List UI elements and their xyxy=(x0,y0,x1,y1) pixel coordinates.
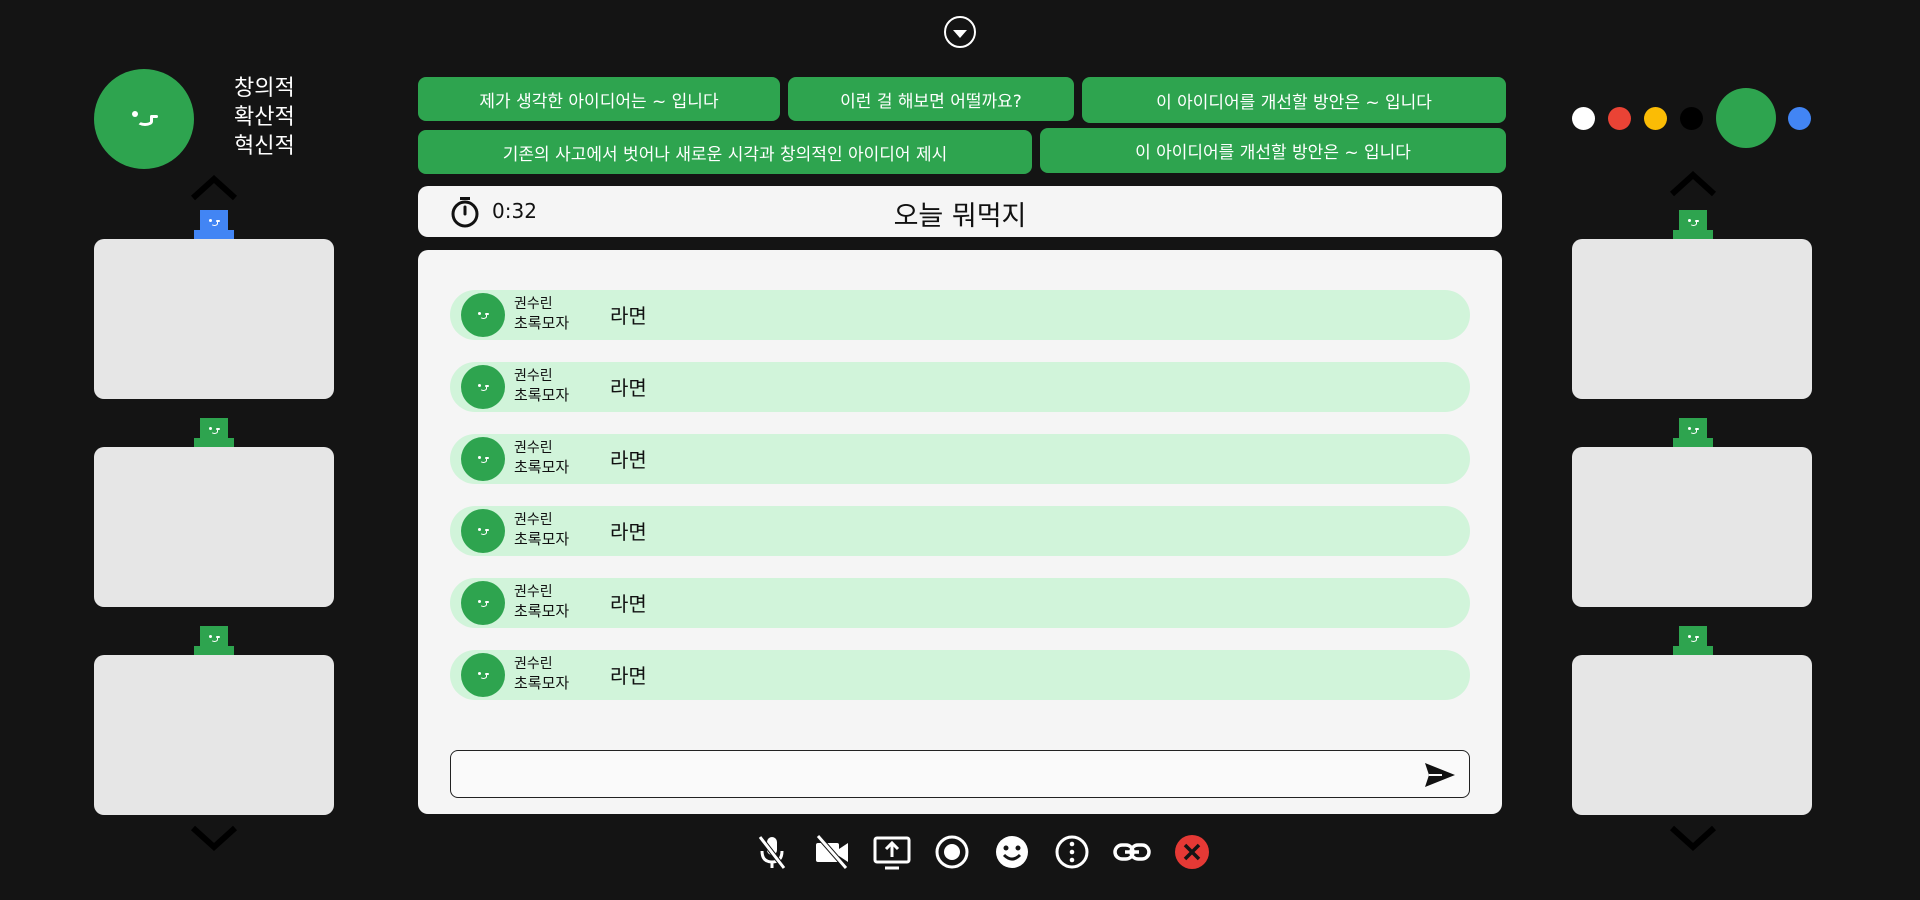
chat-message: 권수린 초록모자 라면 xyxy=(450,362,1470,412)
participant-hat-icon xyxy=(194,210,234,240)
participant-video-tile[interactable] xyxy=(1572,239,1812,399)
emoji-icon[interactable] xyxy=(992,832,1032,872)
prompt-chip-my-idea[interactable]: 제가 생각한 아이디어는 ~ 입니다 xyxy=(418,77,780,121)
link-icon[interactable] xyxy=(1112,832,1152,872)
participant-hat-icon xyxy=(194,626,234,656)
participant-video-tile[interactable] xyxy=(1572,655,1812,815)
participant-video-tile[interactable] xyxy=(94,655,334,815)
chat-message: 권수린 초록모자 라면 xyxy=(450,578,1470,628)
scroll-down-left-icon[interactable] xyxy=(189,824,239,852)
color-swatch-blue[interactable] xyxy=(1788,107,1811,130)
sender-name: 권수린 xyxy=(514,440,553,456)
sender-nickname: 초록모자 xyxy=(514,674,570,692)
chat-message: 권수린 초록모자 라면 xyxy=(450,434,1470,484)
sender-nickname: 초록모자 xyxy=(514,314,570,332)
message-text: 라면 xyxy=(610,376,647,400)
prompt-chip-how-about[interactable]: 이런 걸 해보면 어떨까요? xyxy=(788,77,1074,121)
chat-panel: 권수린 초록모자 라면 권수린 초록모자 라면 권수린 초록모자 라면 권수린 … xyxy=(418,250,1502,814)
sender-name: 권수린 xyxy=(514,368,553,384)
sender-name: 권수린 xyxy=(514,296,553,312)
avatar xyxy=(461,365,505,409)
more-options-icon[interactable] xyxy=(1052,832,1092,872)
participant-hat-icon xyxy=(1673,210,1713,240)
sender-name: 권수린 xyxy=(514,656,553,672)
chat-message: 권수린 초록모자 라면 xyxy=(450,650,1470,700)
sender-name: 권수린 xyxy=(514,584,553,600)
send-icon[interactable] xyxy=(1424,762,1456,788)
message-text: 라면 xyxy=(610,448,647,472)
participant-video-tile[interactable] xyxy=(1572,447,1812,607)
screen-share-icon[interactable] xyxy=(872,832,912,872)
scroll-up-left-icon[interactable] xyxy=(189,174,239,202)
chat-message: 권수린 초록모자 라면 xyxy=(450,290,1470,340)
room-title: 오늘 뭐먹지 xyxy=(893,201,1027,232)
scroll-down-right-icon[interactable] xyxy=(1668,824,1718,852)
color-swatch-green-selected[interactable] xyxy=(1716,88,1776,148)
prompt-chip-improve[interactable]: 이 아이디어를 개선할 방안은 ~ 입니다 xyxy=(1082,77,1506,123)
participant-hat-icon xyxy=(194,418,234,448)
avatar xyxy=(461,437,505,481)
avatar xyxy=(461,581,505,625)
participant-video-tile[interactable] xyxy=(94,239,334,399)
sender-nickname: 초록모자 xyxy=(514,458,570,476)
chat-input[interactable] xyxy=(450,750,1470,798)
slogan-line: 창의적 xyxy=(234,76,295,101)
sender-nickname: 초록모자 xyxy=(514,602,570,620)
avatar xyxy=(461,653,505,697)
scroll-up-right-icon[interactable] xyxy=(1668,170,1718,198)
prompt-chip-improve-2[interactable]: 이 아이디어를 개선할 방안은 ~ 입니다 xyxy=(1040,128,1506,173)
color-swatch-yellow[interactable] xyxy=(1644,107,1667,130)
avatar xyxy=(461,293,505,337)
avatar xyxy=(461,509,505,553)
session-header: 0:32 오늘 뭐먹지 xyxy=(418,186,1502,237)
slogan-line: 혁신적 xyxy=(234,134,295,159)
color-swatch-black[interactable] xyxy=(1680,107,1703,130)
message-text: 라면 xyxy=(610,664,647,688)
participant-video-tile[interactable] xyxy=(94,447,334,607)
color-swatch-red[interactable] xyxy=(1608,107,1631,130)
sender-nickname: 초록모자 xyxy=(514,530,570,548)
sender-name: 권수린 xyxy=(514,512,553,528)
chat-message: 권수린 초록모자 라면 xyxy=(450,506,1470,556)
slogan-line: 확산적 xyxy=(234,105,295,130)
collapse-toggle-button[interactable] xyxy=(944,16,976,48)
caret-down-icon xyxy=(953,29,967,38)
mascot-logo xyxy=(94,69,194,169)
prompt-chip-new-perspective[interactable]: 기존의 사고에서 벗어나 새로운 시각과 창의적인 아이디어 제시 xyxy=(418,130,1032,174)
participant-hat-icon xyxy=(1673,418,1713,448)
sender-nickname: 초록모자 xyxy=(514,386,570,404)
message-text: 라면 xyxy=(610,592,647,616)
message-text: 라면 xyxy=(610,304,647,328)
participant-hat-icon xyxy=(1673,626,1713,656)
video-off-icon[interactable] xyxy=(812,832,852,872)
mic-off-icon[interactable] xyxy=(752,832,792,872)
message-text: 라면 xyxy=(610,520,647,544)
leave-icon[interactable] xyxy=(1172,832,1212,872)
color-swatch-white[interactable] xyxy=(1572,107,1595,130)
record-icon[interactable] xyxy=(932,832,972,872)
brand-slogan: 창의적 확산적 혁신적 xyxy=(234,74,295,161)
